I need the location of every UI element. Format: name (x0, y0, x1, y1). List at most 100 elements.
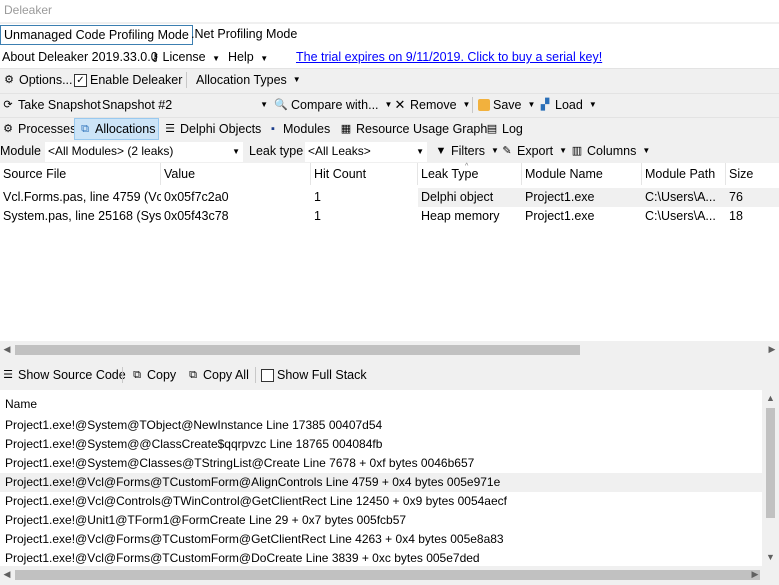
cell-module-path: C:\Users\A... (645, 209, 716, 223)
scroll-left-icon[interactable]: ◀ (0, 566, 14, 583)
check-icon: ✓ (74, 73, 87, 87)
tab-modules[interactable]: ▪ Modules (266, 118, 330, 140)
table-row[interactable]: System.pas, line 25168 (Syst... 0x05f43c… (0, 207, 779, 226)
allocation-types-dropdown[interactable]: Allocation Types ▼ (196, 69, 301, 91)
leaktype-select[interactable]: <All Leaks> ▼ (305, 142, 427, 162)
list-item[interactable]: Project1.exe!@Unit1@TForm1@FormCreate Li… (0, 511, 762, 530)
cell-leak-type: Heap memory (421, 209, 500, 223)
tab-unmanaged-mode[interactable]: Unmanaged Code Profiling Mode (0, 25, 193, 45)
stack-horizontal-scrollbar[interactable]: ◀ ▶ (0, 566, 779, 585)
column-header-hit-count[interactable]: Hit Count (311, 163, 418, 185)
show-full-stack-label: Show Full Stack (277, 368, 367, 382)
allocations-grid-header: Source File Value Hit Count Leak Type Mo… (0, 163, 779, 187)
scrollbar-thumb[interactable] (766, 408, 775, 518)
filters-button[interactable]: ▼ Filters ▼ (434, 140, 499, 162)
column-header-module-path[interactable]: Module Path (642, 163, 726, 185)
compare-with-button[interactable]: 🔍 Compare with... ▼ (274, 94, 392, 116)
copy-button[interactable]: ⧉ Copy (130, 364, 176, 386)
snapshot-select[interactable]: Snapshot #2 ▼ (102, 94, 268, 116)
tab-delphi-objects[interactable]: ☰ Delphi Objects (163, 118, 261, 140)
scroll-up-icon[interactable]: ▲ (762, 390, 779, 407)
table-row[interactable]: Vcl.Forms.pas, line 4759 (Vcl... 0x05f7c… (0, 188, 779, 207)
sort-arrow-icon: ^ (465, 163, 469, 170)
take-snapshot-label: Take Snapshot (18, 98, 101, 112)
refresh-icon: ⟳ (3, 99, 13, 111)
trial-link[interactable]: The trial expires on 9/11/2019. Click to… (296, 48, 602, 66)
export-label: Export (517, 144, 554, 158)
scrollbar-thumb[interactable] (15, 345, 580, 355)
chevron-down-icon: ▼ (462, 100, 471, 109)
columns-icon: ▥ (571, 145, 583, 157)
chevron-down-icon: ▼ (559, 146, 568, 155)
tab-dotnet-mode[interactable]: .Net Profiling Mode (188, 25, 300, 45)
column-header-module-name[interactable]: Module Name (522, 163, 642, 185)
columns-label: Columns (587, 144, 637, 158)
copy-all-icon: ⧉ (189, 369, 197, 381)
tab-label: Modules (283, 122, 331, 136)
load-button[interactable]: ▞ Load ▼ (538, 94, 597, 116)
graph-icon: ▦ (340, 123, 352, 135)
copy-all-button[interactable]: ⧉ Copy All (186, 364, 249, 386)
tab-processes[interactable]: ⚙ Processes (1, 118, 76, 140)
about-menu[interactable]: About Deleaker 2019.33.0.0 (2, 48, 158, 66)
show-source-code-button[interactable]: ☰ Show Source Code (1, 364, 126, 386)
list-item[interactable]: Project1.exe!@System@Classes@TStringList… (0, 454, 762, 473)
export-button[interactable]: ✎ Export ▼ (500, 140, 567, 162)
enable-deleaker-checkbox[interactable]: ✓ Enable Deleaker (74, 69, 182, 91)
chevron-down-icon: ▼ (260, 100, 268, 109)
list-item[interactable]: Project1.exe!@System@TObject@NewInstance… (0, 416, 762, 435)
list-item[interactable]: Project1.exe!@Vcl@Controls@TWinControl@G… (0, 492, 762, 511)
column-header-value[interactable]: Value (161, 163, 311, 185)
divider (122, 367, 123, 383)
module-select[interactable]: <All Modules> (2 leaks) ▼ (45, 142, 243, 162)
column-header-size[interactable]: Size (726, 163, 779, 185)
columns-button[interactable]: ▥ Columns ▼ (570, 140, 650, 162)
copy-all-label: Copy All (203, 368, 249, 382)
window-title: Deleaker (0, 0, 779, 22)
scroll-right-icon[interactable]: ▶ (748, 566, 762, 583)
take-snapshot-button[interactable]: ⟳ Take Snapshot (1, 94, 101, 116)
scroll-left-icon[interactable]: ◀ (0, 341, 14, 358)
column-header-source-file[interactable]: Source File (0, 163, 161, 185)
tab-allocations[interactable]: ⧉ Allocations (74, 118, 160, 140)
copy-icon: ⧉ (133, 369, 141, 381)
unchecked-box-icon (261, 368, 274, 382)
column-header-leak-type[interactable]: Leak Type (418, 163, 522, 185)
tab-resource-usage-graph[interactable]: ▦ Resource Usage Graph (339, 118, 488, 140)
scrollbar-thumb[interactable] (15, 570, 760, 580)
cell-module-name: Project1.exe (525, 209, 595, 223)
call-stack-list: Name Project1.exe!@System@TObject@NewIns… (0, 390, 762, 566)
scroll-right-icon[interactable]: ▶ (765, 341, 779, 358)
scroll-down-icon[interactable]: ▼ (762, 549, 779, 566)
enable-label: Enable Deleaker (90, 73, 183, 87)
call-stack-header-name[interactable]: Name (0, 394, 762, 414)
tab-label: Resource Usage Graph (356, 122, 488, 136)
compare-label: Compare with... (291, 98, 379, 112)
filter-icon: ▼ (435, 145, 447, 157)
cell-value: 0x05f7c2a0 (164, 190, 229, 204)
options-button[interactable]: ⚙ Options... (2, 69, 73, 91)
menu-bar: About Deleaker 2019.33.0.0 ⚷ License ▼ H… (0, 46, 779, 68)
remove-button[interactable]: ✕ Remove ▼ (393, 94, 471, 116)
copy-label: Copy (147, 368, 177, 382)
stack-vertical-scrollbar[interactable]: ▲ ▼ (762, 390, 779, 566)
view-tabs: ⚙ Processes ⧉ Allocations ☰ Delphi Objec… (0, 117, 779, 141)
chevron-down-icon: ▼ (642, 146, 651, 155)
list-item[interactable]: Project1.exe!@Vcl@Forms@TCustomForm@GetC… (0, 530, 762, 549)
tab-log[interactable]: ▤ Log (485, 118, 523, 140)
list-item[interactable]: Project1.exe!@System@@ClassCreate$qqrpvz… (0, 435, 762, 454)
save-button[interactable]: Save ▼ (478, 94, 535, 116)
show-full-stack-checkbox[interactable]: Show Full Stack (261, 364, 367, 386)
save-icon (478, 99, 490, 111)
allocation-types-label: Allocation Types (196, 73, 287, 87)
list-item[interactable]: Project1.exe!@Vcl@Forms@TCustomForm@Alig… (0, 473, 762, 492)
options-label: Options... (19, 73, 73, 87)
cell-size: 76 (726, 188, 779, 207)
chevron-down-icon: ▼ (384, 100, 393, 109)
cell-module-path: C:\Users\A... (642, 188, 726, 207)
license-menu[interactable]: ⚷ License ▼ (151, 48, 220, 68)
module-label: Module (0, 144, 41, 158)
divider (186, 72, 187, 88)
grid-horizontal-scrollbar[interactable]: ◀ ▶ (0, 341, 779, 358)
help-menu[interactable]: Help ▼ (228, 48, 268, 68)
